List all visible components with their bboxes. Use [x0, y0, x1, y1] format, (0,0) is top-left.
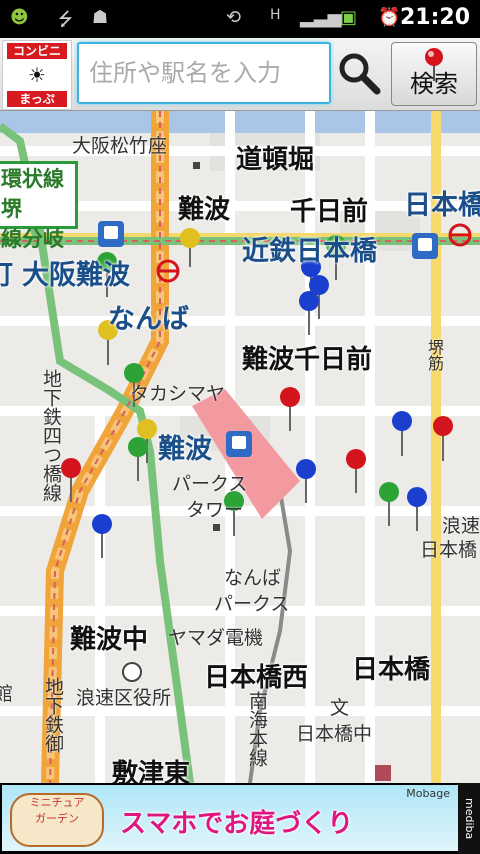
- magnifier-icon[interactable]: [336, 50, 382, 96]
- label-naniwa-right-2: 日本橋: [420, 539, 478, 561]
- label-osaka-namba: 大阪難波: [22, 260, 130, 291]
- label-nipponbashi-naka: 日本橋中: [296, 723, 373, 745]
- label-nambanaka: 難波中: [70, 625, 149, 655]
- label-kan-left: 館: [0, 683, 14, 705]
- map-view[interactable]: 環状線堺 線分岐 大阪松竹座 道頓堀 難波 千日前 日本橋 近鉄日本橋 町 大阪…: [0, 111, 480, 783]
- app-toolbar: コンビニ ☀ まっぷ 検索: [0, 38, 480, 111]
- logo-line-bottom: まっぷ: [7, 91, 67, 107]
- search-button-label: 検索: [410, 70, 458, 98]
- label-subway-mido: 地下鉄御: [42, 677, 64, 753]
- label-bun-symbol: 文: [330, 697, 350, 719]
- label-namba-parks-1: なんば: [224, 567, 282, 589]
- usb-icon: ⭍: [58, 9, 73, 30]
- label-namba-sennichimae: 難波千日前: [242, 345, 373, 375]
- label-naniwa-right-1: 浪速: [442, 515, 480, 537]
- label-nankai-line: 南海本線: [246, 691, 268, 767]
- label-naniwa-ward-office: 浪速区役所: [76, 687, 172, 709]
- kanjo-line-junction-label: 環状線堺 線分岐: [0, 161, 78, 251]
- label-nipponbashi-top: 日本橋: [404, 190, 480, 221]
- label-shikitsu-higashi: 敷津東: [112, 759, 191, 783]
- search-box[interactable]: [77, 42, 331, 104]
- hspa-icon: H: [270, 7, 281, 23]
- junction-line1: 環状線堺: [1, 167, 64, 221]
- label-namba-station: 難波: [158, 434, 212, 465]
- signal-icon: ▂▃▅: [300, 7, 342, 28]
- junction-line2: 線分岐: [1, 227, 64, 251]
- label-takashimaya: タカシマヤ: [130, 383, 226, 405]
- label-kintetsu-nipponbashi: 近鉄日本橋: [242, 236, 377, 267]
- label-namba-top: 難波: [178, 195, 231, 225]
- ad-mobage: Mobage: [406, 787, 450, 800]
- ad-headline: スマホでお庭づくり: [120, 809, 354, 839]
- ad-badge-line2: ガーデン: [35, 812, 79, 825]
- ad-badge-line1: ミニチュア: [29, 796, 85, 809]
- label-parks-tower-1: パークス: [172, 473, 248, 495]
- logo-sun-icon: ☀: [28, 63, 46, 87]
- label-subway-yotsubashi: 地下鉄四つ橋線: [40, 369, 62, 502]
- label-sakaisuji: 堺筋: [425, 339, 444, 371]
- ad-brand: mediba: [458, 783, 480, 854]
- android-notification-icon: ☻: [10, 7, 29, 28]
- android-debug-icon: ☗: [92, 7, 109, 28]
- label-osaka-matsutake: 大阪松竹座: [72, 135, 168, 157]
- label-nipponbashi-2: 日本橋: [352, 655, 431, 685]
- ad-creative[interactable]: ミニチュア ガーデン スマホでお庭づくり Mobage: [2, 785, 458, 851]
- search-button[interactable]: 検索: [391, 42, 477, 106]
- label-yamada-denki: ヤマダ電機: [168, 627, 264, 649]
- ad-banner[interactable]: ミニチュア ガーデン スマホでお庭づくり Mobage mediba: [0, 783, 480, 854]
- label-machi-left: 町: [0, 253, 13, 292]
- label-sennichimae: 千日前: [290, 197, 369, 227]
- label-dotonbori: 道頓堀: [236, 145, 315, 175]
- clock: 21:20: [399, 5, 470, 30]
- label-nipponbashi-nishi: 日本橋西: [204, 663, 309, 693]
- app-logo[interactable]: コンビニ ☀ まっぷ: [2, 40, 72, 110]
- label-parks-tower-2: タワー: [186, 499, 244, 521]
- alarm-icon: ⏰: [378, 7, 401, 28]
- logo-line-top: コンビニ: [7, 43, 67, 59]
- rotation-icon: ⟲: [226, 7, 242, 28]
- status-bar: ☻ ⭍ ☗ ⟲ H ▂▃▅ ▣ ⏰ 21:20: [0, 0, 480, 38]
- battery-icon: ▣: [340, 7, 358, 28]
- label-namba-parks-2: パークス: [214, 593, 290, 615]
- label-namba-hiragana: なんば: [108, 304, 189, 335]
- search-input[interactable]: [87, 54, 321, 92]
- ad-badge: ミニチュア ガーデン: [10, 793, 104, 847]
